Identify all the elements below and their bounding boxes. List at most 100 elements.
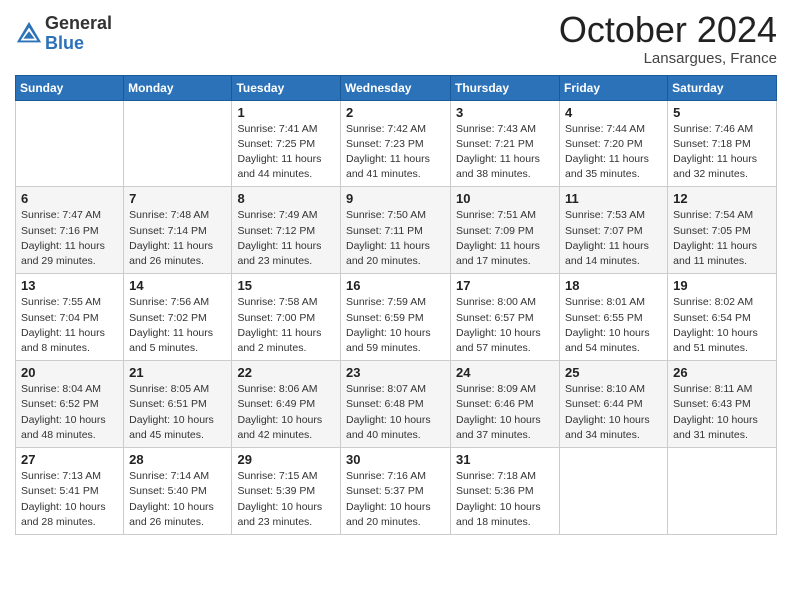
calendar-table: Sunday Monday Tuesday Wednesday Thursday… [15, 75, 777, 535]
header-tuesday: Tuesday [232, 75, 341, 100]
table-row: 26 Sunrise: 8:11 AMSunset: 6:43 PMDayligh… [668, 361, 777, 448]
day-info: Sunrise: 8:00 AMSunset: 6:57 PMDaylight:… [456, 295, 554, 356]
day-number: 10 [456, 191, 554, 206]
table-row: 16 Sunrise: 7:59 AMSunset: 6:59 PMDayligh… [341, 274, 451, 361]
logo-blue-text: Blue [45, 34, 112, 54]
day-info: Sunrise: 8:04 AMSunset: 6:52 PMDaylight:… [21, 382, 118, 443]
day-number: 16 [346, 278, 445, 293]
day-number: 21 [129, 365, 226, 380]
calendar-week-row: 6Sunrise: 7:47 AMSunset: 7:16 PMDaylight… [16, 187, 777, 274]
header-sunday: Sunday [16, 75, 124, 100]
day-info: Sunrise: 7:51 AMSunset: 7:09 PMDaylight:… [456, 208, 554, 269]
day-info: Sunrise: 7:59 AMSunset: 6:59 PMDaylight:… [346, 295, 445, 356]
day-number: 29 [237, 452, 335, 467]
day-number: 7 [129, 191, 226, 206]
table-row: 5 Sunrise: 7:46 AMSunset: 7:18 PMDaylight… [668, 100, 777, 187]
day-info: Sunrise: 8:11 AMSunset: 6:43 PMDaylight:… [673, 382, 771, 443]
day-info: Sunrise: 7:53 AMSunset: 7:07 PMDaylight:… [565, 208, 662, 269]
table-row: 27 Sunrise: 7:13 AMSunset: 5:41 PMDayligh… [16, 448, 124, 535]
day-info: Sunrise: 7:13 AMSunset: 5:41 PMDaylight:… [21, 469, 118, 530]
day-info: Sunrise: 8:05 AMSunset: 6:51 PMDaylight:… [129, 382, 226, 443]
header-saturday: Saturday [668, 75, 777, 100]
day-number: 9 [346, 191, 445, 206]
day-number: 4 [565, 105, 662, 120]
table-row [560, 448, 668, 535]
day-number: 28 [129, 452, 226, 467]
day-info: Sunrise: 7:55 AMSunset: 7:04 PMDaylight:… [21, 295, 118, 356]
day-number: 1 [237, 105, 335, 120]
table-row: 31 Sunrise: 7:18 AMSunset: 5:36 PMDayligh… [451, 448, 560, 535]
table-row: 3Sunrise: 7:43 AMSunset: 7:21 PMDaylight… [451, 100, 560, 187]
day-info: Sunrise: 7:41 AMSunset: 7:25 PMDaylight:… [237, 122, 335, 183]
table-row: 29Sunrise: 7:15 AMSunset: 5:39 PMDayligh… [232, 448, 341, 535]
table-row: 15Sunrise: 7:58 AMSunset: 7:00 PMDayligh… [232, 274, 341, 361]
page: General Blue October 2024 Lansargues, Fr… [0, 0, 792, 612]
table-row: 23 Sunrise: 8:07 AMSunset: 6:48 PMDayligh… [341, 361, 451, 448]
calendar-week-row: 27 Sunrise: 7:13 AMSunset: 5:41 PMDayligh… [16, 448, 777, 535]
day-number: 14 [129, 278, 226, 293]
table-row: 7 Sunrise: 7:48 AMSunset: 7:14 PMDaylight… [124, 187, 232, 274]
day-info: Sunrise: 7:18 AMSunset: 5:36 PMDaylight:… [456, 469, 554, 530]
header-friday: Friday [560, 75, 668, 100]
day-number: 24 [456, 365, 554, 380]
table-row: 21 Sunrise: 8:05 AMSunset: 6:51 PMDayligh… [124, 361, 232, 448]
table-row: 6Sunrise: 7:47 AMSunset: 7:16 PMDaylight… [16, 187, 124, 274]
header-thursday: Thursday [451, 75, 560, 100]
day-info: Sunrise: 7:50 AMSunset: 7:11 PMDaylight:… [346, 208, 445, 269]
day-number: 20 [21, 365, 118, 380]
day-info: Sunrise: 7:56 AMSunset: 7:02 PMDaylight:… [129, 295, 226, 356]
day-number: 3 [456, 105, 554, 120]
table-row: 17Sunrise: 8:00 AMSunset: 6:57 PMDayligh… [451, 274, 560, 361]
logo: General Blue [15, 14, 112, 54]
day-number: 25 [565, 365, 662, 380]
header: General Blue October 2024 Lansargues, Fr… [15, 10, 777, 67]
table-row: 11 Sunrise: 7:53 AMSunset: 7:07 PMDayligh… [560, 187, 668, 274]
day-number: 23 [346, 365, 445, 380]
day-info: Sunrise: 7:47 AMSunset: 7:16 PMDaylight:… [21, 208, 118, 269]
day-info: Sunrise: 8:01 AMSunset: 6:55 PMDaylight:… [565, 295, 662, 356]
day-number: 26 [673, 365, 771, 380]
day-number: 31 [456, 452, 554, 467]
day-number: 22 [237, 365, 335, 380]
day-number: 18 [565, 278, 662, 293]
table-row: 2 Sunrise: 7:42 AMSunset: 7:23 PMDaylight… [341, 100, 451, 187]
calendar-week-row: 1 Sunrise: 7:41 AMSunset: 7:25 PMDaylight… [16, 100, 777, 187]
table-row: 9 Sunrise: 7:50 AMSunset: 7:11 PMDaylight… [341, 187, 451, 274]
day-number: 2 [346, 105, 445, 120]
day-number: 8 [237, 191, 335, 206]
day-info: Sunrise: 7:46 AMSunset: 7:18 PMDaylight:… [673, 122, 771, 183]
table-row: 12Sunrise: 7:54 AMSunset: 7:05 PMDayligh… [668, 187, 777, 274]
table-row: 28 Sunrise: 7:14 AMSunset: 5:40 PMDayligh… [124, 448, 232, 535]
day-number: 5 [673, 105, 771, 120]
table-row: 1 Sunrise: 7:41 AMSunset: 7:25 PMDaylight… [232, 100, 341, 187]
logo-text: General Blue [45, 14, 112, 54]
day-number: 30 [346, 452, 445, 467]
table-row: 4 Sunrise: 7:44 AMSunset: 7:20 PMDaylight… [560, 100, 668, 187]
day-number: 13 [21, 278, 118, 293]
table-row [668, 448, 777, 535]
day-info: Sunrise: 7:44 AMSunset: 7:20 PMDaylight:… [565, 122, 662, 183]
day-info: Sunrise: 7:49 AMSunset: 7:12 PMDaylight:… [237, 208, 335, 269]
header-monday: Monday [124, 75, 232, 100]
day-info: Sunrise: 7:58 AMSunset: 7:00 PMDaylight:… [237, 295, 335, 356]
day-info: Sunrise: 7:14 AMSunset: 5:40 PMDaylight:… [129, 469, 226, 530]
day-info: Sunrise: 7:48 AMSunset: 7:14 PMDaylight:… [129, 208, 226, 269]
table-row: 14 Sunrise: 7:56 AMSunset: 7:02 PMDayligh… [124, 274, 232, 361]
table-row: 30Sunrise: 7:16 AMSunset: 5:37 PMDayligh… [341, 448, 451, 535]
table-row: 25 Sunrise: 8:10 AMSunset: 6:44 PMDayligh… [560, 361, 668, 448]
table-row: 19Sunrise: 8:02 AMSunset: 6:54 PMDayligh… [668, 274, 777, 361]
day-info: Sunrise: 8:07 AMSunset: 6:48 PMDaylight:… [346, 382, 445, 443]
table-row: 22Sunrise: 8:06 AMSunset: 6:49 PMDayligh… [232, 361, 341, 448]
header-wednesday: Wednesday [341, 75, 451, 100]
table-row [124, 100, 232, 187]
table-row: 8 Sunrise: 7:49 AMSunset: 7:12 PMDaylight… [232, 187, 341, 274]
day-info: Sunrise: 8:10 AMSunset: 6:44 PMDaylight:… [565, 382, 662, 443]
day-info: Sunrise: 7:42 AMSunset: 7:23 PMDaylight:… [346, 122, 445, 183]
table-row [16, 100, 124, 187]
title-block: October 2024 Lansargues, France [559, 10, 777, 67]
day-number: 12 [673, 191, 771, 206]
day-number: 11 [565, 191, 662, 206]
day-number: 27 [21, 452, 118, 467]
location: Lansargues, France [559, 50, 777, 67]
day-number: 19 [673, 278, 771, 293]
